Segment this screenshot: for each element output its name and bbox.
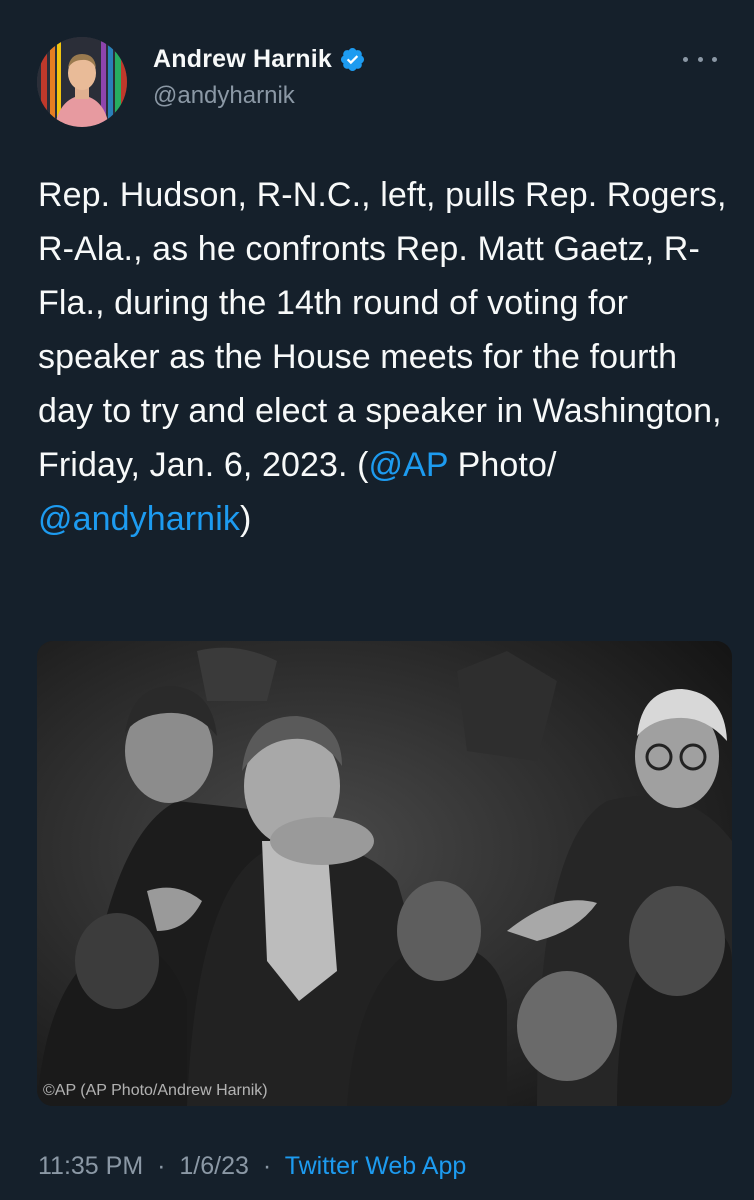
more-dots-icon[interactable] xyxy=(683,49,717,69)
author-display-name[interactable]: Andrew Harnik xyxy=(153,45,332,74)
tweet-time[interactable]: 11:35 PM xyxy=(38,1152,143,1180)
photo-image xyxy=(37,641,732,1106)
dot xyxy=(683,56,688,62)
meta-separator: · xyxy=(157,1152,166,1180)
photo-credit: ©AP (AP Photo/Andrew Harnik) xyxy=(43,1082,268,1099)
avatar[interactable] xyxy=(37,37,127,127)
dot xyxy=(712,56,717,62)
tweet-date[interactable]: 1/6/23 xyxy=(179,1152,249,1180)
tweet-meta: 11:35 PM · 1/6/23 · Twitter Web App xyxy=(38,1152,466,1181)
tweet-text-main: Rep. Hudson, R-N.C., left, pulls Rep. Ro… xyxy=(38,176,727,484)
tweet-text-photo: Photo/ xyxy=(448,446,557,484)
name-row: Andrew Harnik xyxy=(153,41,366,77)
tweet-text: Rep. Hudson, R-N.C., left, pulls Rep. Ro… xyxy=(38,168,728,546)
tweet-text-end: ) xyxy=(239,500,252,538)
verified-badge-icon xyxy=(339,46,366,73)
author-handle[interactable]: @andyharnik xyxy=(153,82,366,110)
tweet-photo[interactable]: ©AP (AP Photo/Andrew Harnik) xyxy=(37,641,732,1106)
dot xyxy=(697,56,703,62)
tweet-source-link[interactable]: Twitter Web App xyxy=(285,1152,467,1180)
mention-ap-link[interactable]: @AP xyxy=(369,446,449,484)
meta-separator: · xyxy=(262,1152,272,1180)
mention-author-link[interactable]: @andyharnik xyxy=(38,500,240,538)
avatar-image xyxy=(37,37,127,127)
author-block: Andrew Harnik @andyharnik xyxy=(153,41,366,110)
tweet-header: Andrew Harnik @andyharnik xyxy=(37,37,717,127)
